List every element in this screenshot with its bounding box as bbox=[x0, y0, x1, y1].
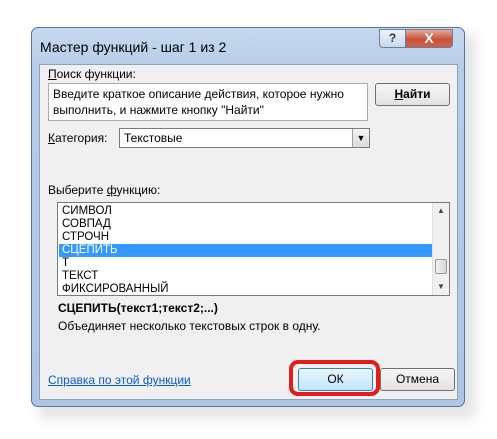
list-item-strochn[interactable]: СТРОЧН bbox=[59, 231, 432, 244]
search-input-text: Введите краткое описание действия, котор… bbox=[53, 87, 344, 117]
question-mark-icon: ? bbox=[388, 31, 397, 45]
function-list-label: Выберите функцию: bbox=[48, 183, 161, 197]
dialog-title: Мастер функций - шаг 1 из 2 bbox=[40, 39, 227, 55]
list-item-simvol[interactable]: СИМВОЛ bbox=[59, 205, 432, 218]
function-help-link[interactable]: Справка по этой функции bbox=[48, 373, 191, 387]
search-label: Поиск функции: bbox=[48, 67, 136, 81]
scroll-up-arrow-icon[interactable]: ▲ bbox=[433, 203, 449, 219]
chevron-down-icon[interactable]: ▼ bbox=[352, 129, 369, 147]
help-button[interactable]: ? bbox=[379, 29, 406, 48]
function-list[interactable]: СИМВОЛ СОВПАД СТРОЧН СЦЕПИТЬ Т ТЕКСТ ФИК… bbox=[57, 202, 450, 296]
list-item-fiksirovanny[interactable]: ФИКСИРОВАННЫЙ bbox=[59, 283, 432, 295]
category-label: Категория: bbox=[48, 131, 108, 145]
find-button[interactable]: Найти bbox=[375, 83, 450, 106]
dialog-body: Поиск функции: Введите краткое описание … bbox=[39, 64, 458, 400]
ok-highlight-annotation bbox=[289, 360, 380, 396]
category-dropdown[interactable]: Текстовые ▼ bbox=[119, 128, 370, 148]
function-description: Объединяет несколько текстовых строк в о… bbox=[58, 319, 321, 333]
close-icon: X bbox=[424, 30, 434, 46]
function-wizard-dialog: Мастер функций - шаг 1 из 2 ? X Поиск фу… bbox=[31, 27, 465, 407]
function-syntax: СЦЕПИТЬ(текст1;текст2;...) bbox=[58, 301, 218, 315]
list-item-sovpad[interactable]: СОВПАД bbox=[59, 218, 432, 231]
list-item-t[interactable]: Т bbox=[59, 257, 432, 270]
list-scrollbar[interactable]: ▲ ▼ bbox=[432, 203, 449, 295]
scroll-down-arrow-icon[interactable]: ▼ bbox=[433, 279, 449, 295]
close-button[interactable]: X bbox=[405, 29, 453, 48]
title-bar[interactable]: Мастер функций - шаг 1 из 2 ? X bbox=[32, 28, 464, 64]
category-value: Текстовые bbox=[124, 131, 183, 145]
search-input[interactable]: Введите краткое описание действия, котор… bbox=[48, 83, 368, 121]
list-item-tekst[interactable]: ТЕКСТ bbox=[59, 270, 432, 283]
list-item-stsepit-selected[interactable]: СЦЕПИТЬ bbox=[59, 244, 432, 257]
scroll-thumb[interactable] bbox=[435, 259, 447, 274]
cancel-button[interactable]: Отмена bbox=[380, 368, 455, 391]
